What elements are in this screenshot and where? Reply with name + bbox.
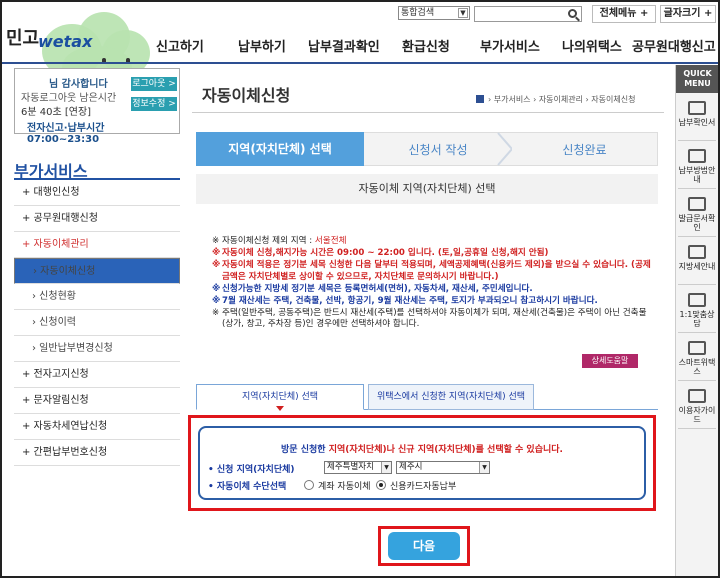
- nav-item-extra-service[interactable]: 부가서비스: [480, 36, 540, 55]
- notice-hours: ※ 자동이체 신청,해지가능 시간은 09:00 ~ 22:00 입니다. (토,…: [212, 248, 549, 258]
- search-scope-value: 통합검색: [401, 8, 435, 18]
- chevron-down-icon: ▼: [458, 8, 468, 18]
- quick-menu: QUICK MENU 납부확인서 납부방법안내 발급문서확인 지방세안내 1:1…: [675, 65, 718, 576]
- step-indicator: 지역(자치단체) 선택 신청서 작성 신청완료: [196, 132, 658, 166]
- edit-info-button[interactable]: 정보수정 >: [131, 97, 177, 111]
- notice-eligible-taxes: ※ 신청가능한 지방세 정기분 세목은 등록면허세(면허), 자동차세, 재산세,…: [212, 283, 533, 294]
- service-hours: 전자신고·납부시간 07:00~23:30: [27, 123, 105, 145]
- quick-item-user-guide[interactable]: 이용자가이드: [678, 383, 716, 429]
- guide-icon: [688, 389, 706, 403]
- sidebar-item-general-pay-change[interactable]: › 일반납부변경신청: [14, 336, 180, 362]
- region-select-panel: 방문 신청한 지역(자치단체)나 신규 지역(자치단체)를 선택할 수 있습니다…: [198, 426, 646, 500]
- quick-item-consult[interactable]: 1:1맞춤상담: [678, 287, 716, 333]
- sidebar-item-apply-history[interactable]: › 신청이력: [14, 310, 180, 336]
- step-2-form: 신청서 작성: [364, 132, 512, 166]
- auto-logout-label: 자동로그아웃 남은시간: [21, 93, 117, 104]
- sidebar-item-e-notice[interactable]: + 전자고지신청: [14, 362, 180, 388]
- region-city-select[interactable]: 제주시 ▼: [396, 461, 490, 474]
- title-divider: [192, 112, 664, 113]
- active-tab-arrow-icon: [276, 406, 284, 411]
- doc-check-icon: [688, 197, 706, 211]
- search-icon[interactable]: [568, 9, 577, 18]
- notice-property-tax: ※ 7월 재산세는 주택, 건축물, 선박, 항공기, 9월 재산세는 주택, 토…: [212, 295, 598, 306]
- radio-credit-card-label[interactable]: 신용카드자동납부: [390, 479, 456, 492]
- nav-item-pay-result[interactable]: 납부결과확인: [308, 36, 380, 55]
- document-icon: [688, 149, 706, 163]
- sidebar-item-car-tax-annual[interactable]: + 자동차세연납신청: [14, 414, 180, 440]
- quick-item-smart-wetax[interactable]: 스마트위택스: [678, 335, 716, 381]
- quick-menu-title: QUICK MENU: [676, 65, 718, 93]
- search-scope-select[interactable]: 통합검색 ▼: [398, 6, 470, 20]
- chevron-down-icon: ▼: [479, 462, 489, 473]
- method-label: • 자동이체 수단선택: [208, 482, 287, 492]
- logout-button[interactable]: 로그아웃 >: [131, 77, 177, 91]
- detail-help-button[interactable]: 상세도움말: [582, 354, 638, 368]
- tab-wetax-region[interactable]: 위택스에서 신청한 지역(자치단체) 선택: [368, 384, 534, 410]
- region-label: • 신청 지역(자치단체): [208, 465, 295, 475]
- breadcrumb: › 부가서비스 › 자동이체관리 › 자동이체신청: [476, 94, 635, 105]
- nav-item-refund[interactable]: 환급신청: [402, 36, 450, 55]
- sidebar-item-agent-request[interactable]: + 대행인신청: [14, 180, 180, 206]
- region-province-select[interactable]: 제주특별자치 ▼: [324, 461, 392, 474]
- region-tabs: 지역(자치단체) 선택 위택스에서 신청한 지역(자치단체) 선택: [196, 384, 658, 410]
- remaining-time[interactable]: 6분 40초 [연장]: [21, 103, 91, 118]
- radio-credit-card[interactable]: [376, 480, 386, 490]
- notice-apply-timing: ※ 자동이체 적용은 정기분 세목 신청한 다음 달부터 적용되며, 세액공제혜택…: [212, 260, 651, 282]
- sidebar-item-easy-pay-number[interactable]: + 간편납부번호신청: [14, 440, 180, 466]
- next-button[interactable]: 다음: [388, 532, 460, 560]
- panel-instruction: 방문 신청한 지역(자치단체)나 신규 지역(자치단체)를 선택할 수 있습니다…: [281, 445, 563, 455]
- smartphone-icon: [688, 341, 706, 355]
- user-greeting: 님 감사합니다: [49, 79, 108, 90]
- section-subtitle: 자동이체 지역(자치단체) 선택: [196, 174, 658, 204]
- sidebar-item-apply-status[interactable]: › 신청현황: [14, 284, 180, 310]
- page-frame: 통합검색 ▼ 전체메뉴 + 글자크기 + 민고 wetax 신고하기 납부하기 …: [0, 0, 720, 578]
- sidebar-item-sms-alert[interactable]: + 문자알림신청: [14, 388, 180, 414]
- radio-account-transfer-label[interactable]: 계좌 자동이체: [318, 479, 371, 492]
- printer-icon: [688, 101, 706, 115]
- nav-item-official-proxy[interactable]: 공무원대행신고: [632, 36, 716, 55]
- chevron-down-icon: ▼: [381, 462, 391, 473]
- chat-icon: [688, 293, 706, 307]
- logo-brand: wetax: [38, 32, 93, 51]
- radio-account-transfer[interactable]: [304, 480, 314, 490]
- notice-excluded-region: ※ 자동이체신청 제외 지역 : 서울전체: [212, 236, 347, 246]
- nav-divider: [2, 62, 718, 64]
- page-title: 자동이체신청: [202, 86, 291, 105]
- logo-prefix: 민고: [6, 28, 40, 49]
- notice-list: ※ 자동이체신청 제외 지역 : 서울전체 ※ 자동이체 신청,해지가능 시간은 0…: [212, 236, 652, 331]
- nav-item-my-wetax[interactable]: 나의위택스: [562, 36, 622, 55]
- quick-item-payment-guide[interactable]: 납부방법안내: [678, 143, 716, 189]
- step-1-region-select: 지역(자치단체) 선택: [196, 132, 381, 166]
- sidebar-item-autopay-apply[interactable]: › 자동이체신청: [14, 258, 180, 284]
- all-menu-button[interactable]: 전체메뉴 +: [592, 5, 656, 23]
- step-3-complete: 신청완료: [512, 132, 658, 166]
- sidebar-item-autopay-manage[interactable]: + 자동이체관리: [14, 232, 180, 258]
- home-icon[interactable]: [476, 95, 484, 103]
- notice-housing: ※ 주택(일반주택, 공동주택)은 반드시 재산세(주택)를 선택하셔야 자동이체…: [212, 307, 647, 330]
- font-size-button[interactable]: 글자크기 +: [660, 5, 716, 23]
- nav-item-pay[interactable]: 납부하기: [238, 36, 286, 55]
- quick-item-local-tax-info[interactable]: 지방세안내: [678, 239, 716, 285]
- quick-item-payment-cert[interactable]: 납부확인서: [678, 95, 716, 141]
- quick-item-doc-verify[interactable]: 발급문서확인: [678, 191, 716, 237]
- search-input[interactable]: [474, 6, 582, 22]
- sidebar-item-official-proxy[interactable]: + 공무원대행신청: [14, 206, 180, 232]
- book-icon: [688, 245, 706, 259]
- nav-item-report[interactable]: 신고하기: [156, 36, 204, 55]
- login-status-box: 님 감사합니다 자동로그아웃 남은시간 6분 40초 [연장] 전자신고·납부시…: [14, 68, 180, 145]
